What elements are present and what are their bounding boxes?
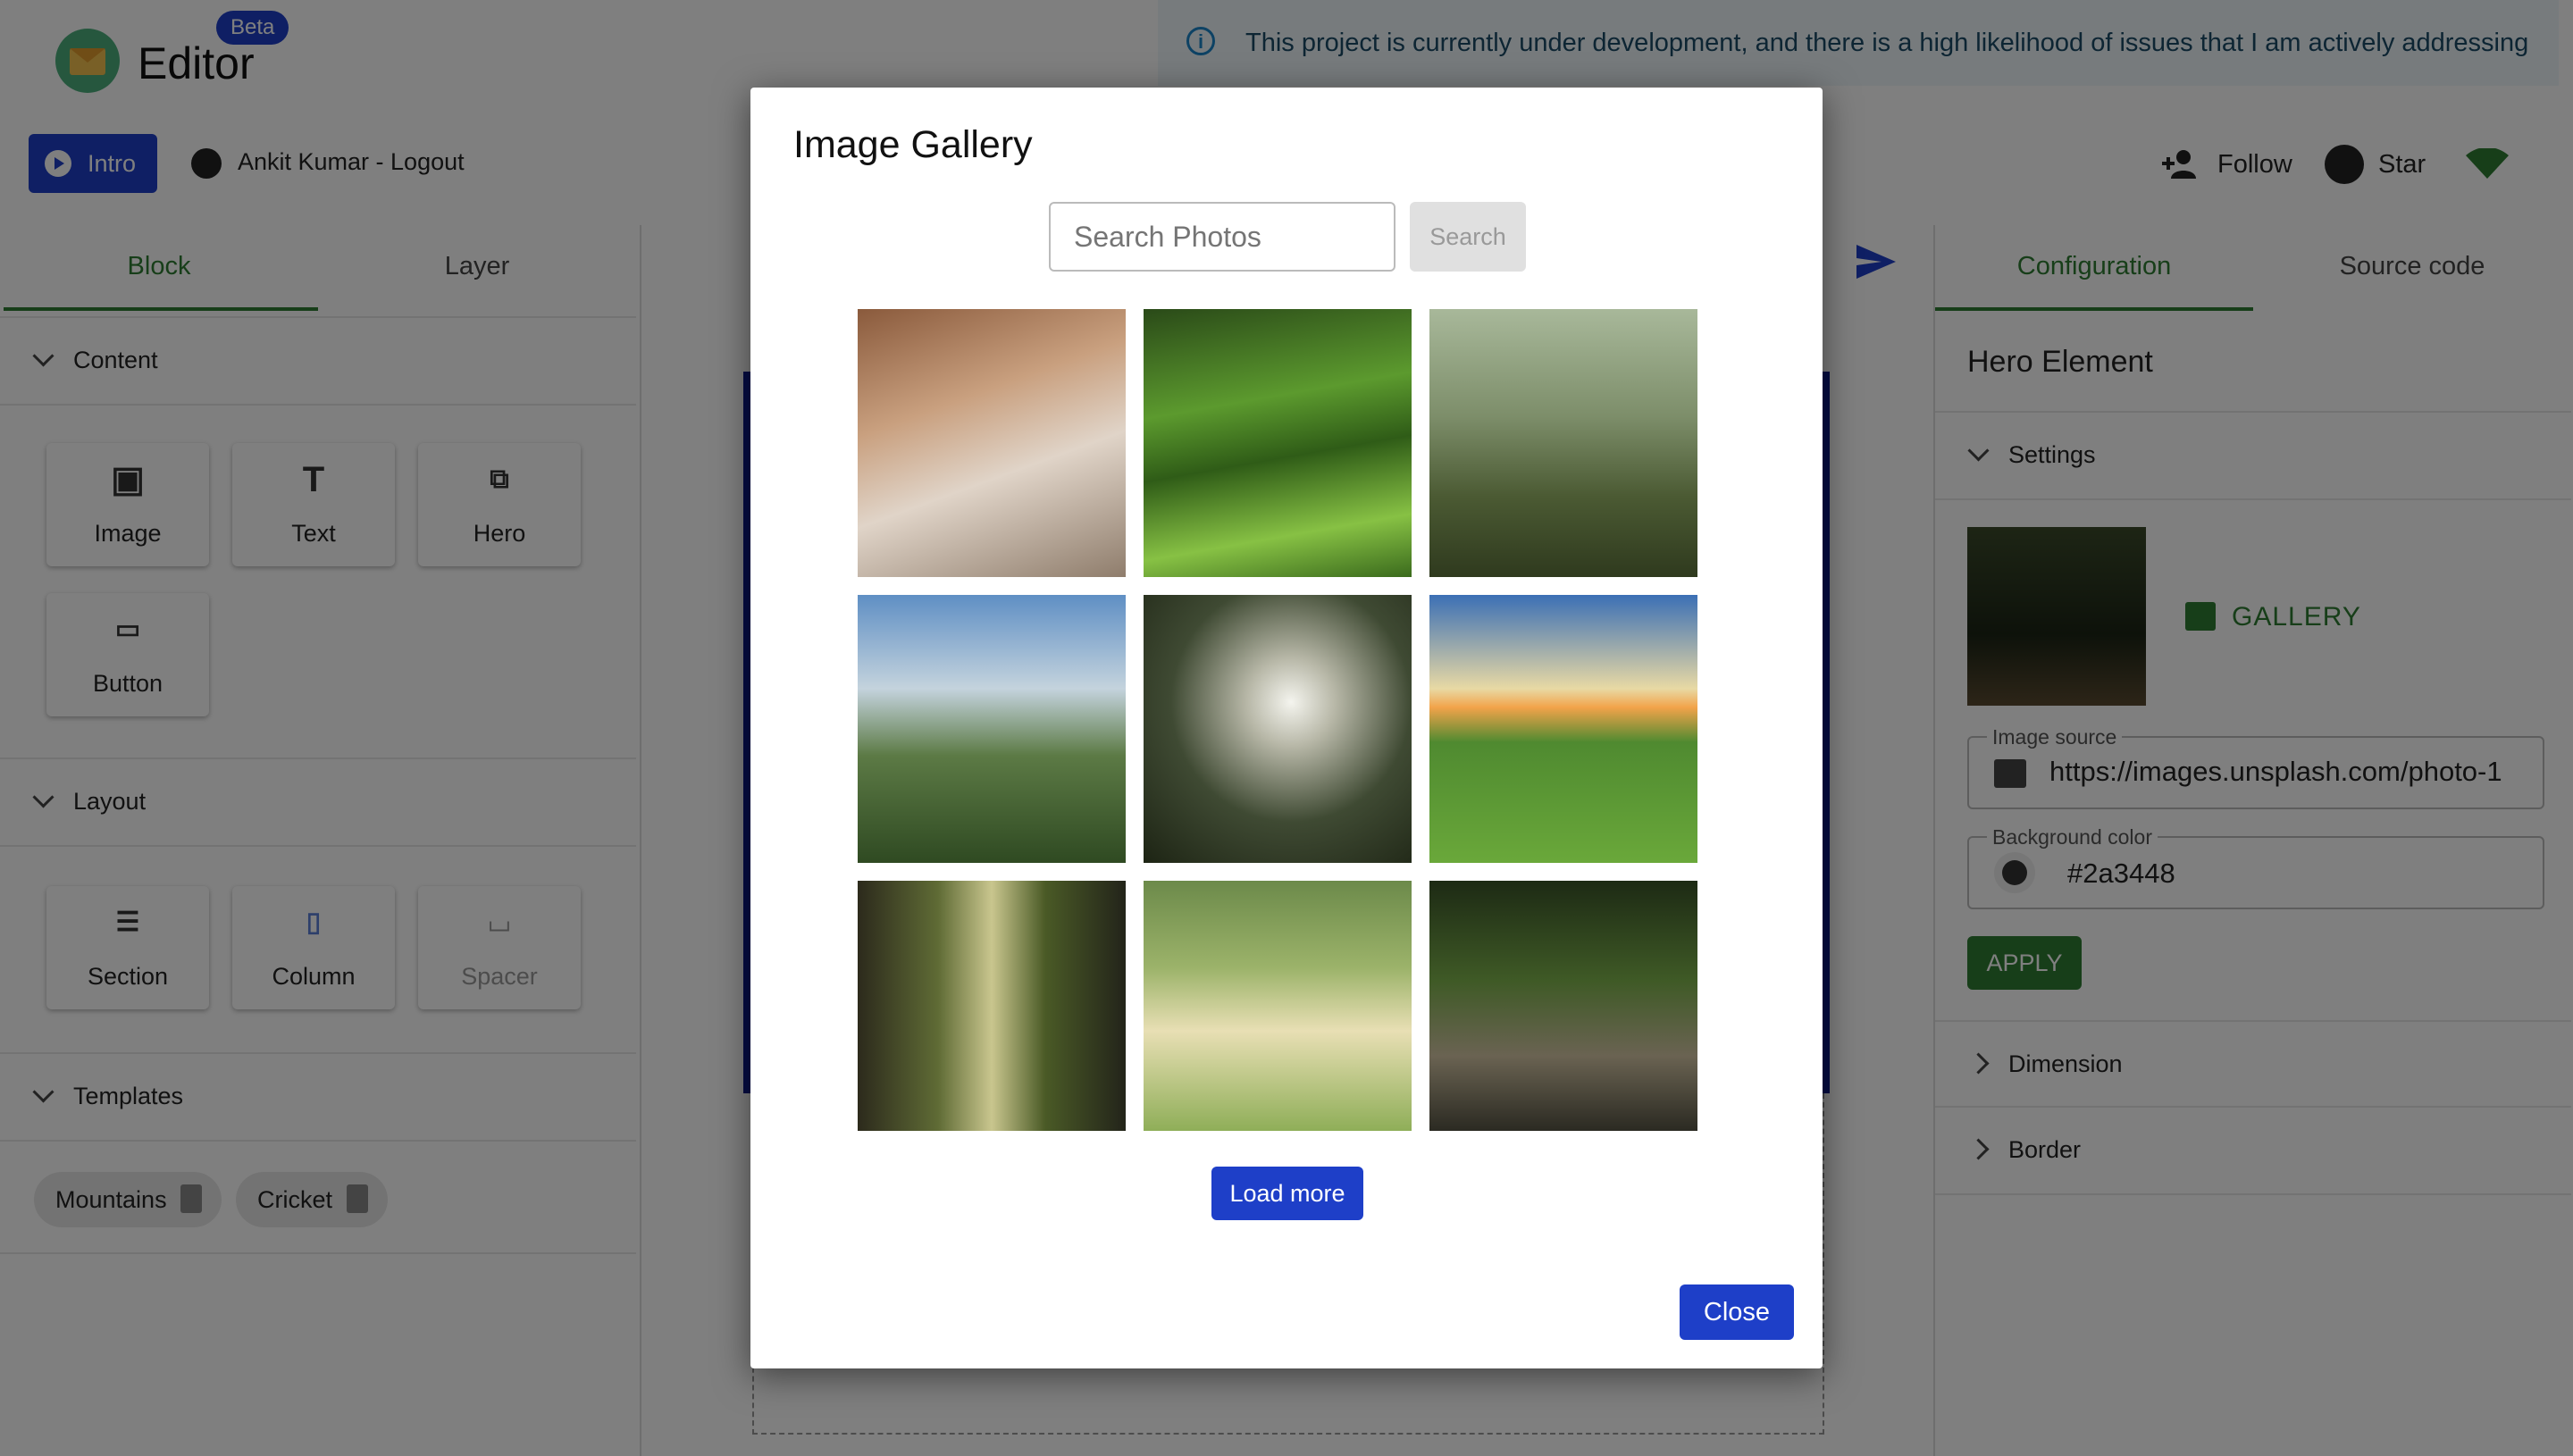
search-button[interactable]: Search <box>1410 202 1526 272</box>
gallery-photo[interactable] <box>1429 309 1697 577</box>
gallery-photo[interactable] <box>1144 595 1412 863</box>
gallery-photo[interactable] <box>1144 309 1412 577</box>
gallery-photo[interactable] <box>1429 881 1697 1131</box>
modal-title: Image Gallery <box>793 123 1033 166</box>
gallery-photo[interactable] <box>1429 595 1697 863</box>
gallery-photo[interactable] <box>858 881 1126 1131</box>
gallery-photo[interactable] <box>1144 881 1412 1131</box>
gallery-photo[interactable] <box>858 309 1126 577</box>
gallery-photo[interactable] <box>858 595 1126 863</box>
close-button[interactable]: Close <box>1680 1284 1794 1340</box>
load-more-button[interactable]: Load more <box>1211 1167 1363 1220</box>
search-photos-input[interactable] <box>1049 202 1395 272</box>
